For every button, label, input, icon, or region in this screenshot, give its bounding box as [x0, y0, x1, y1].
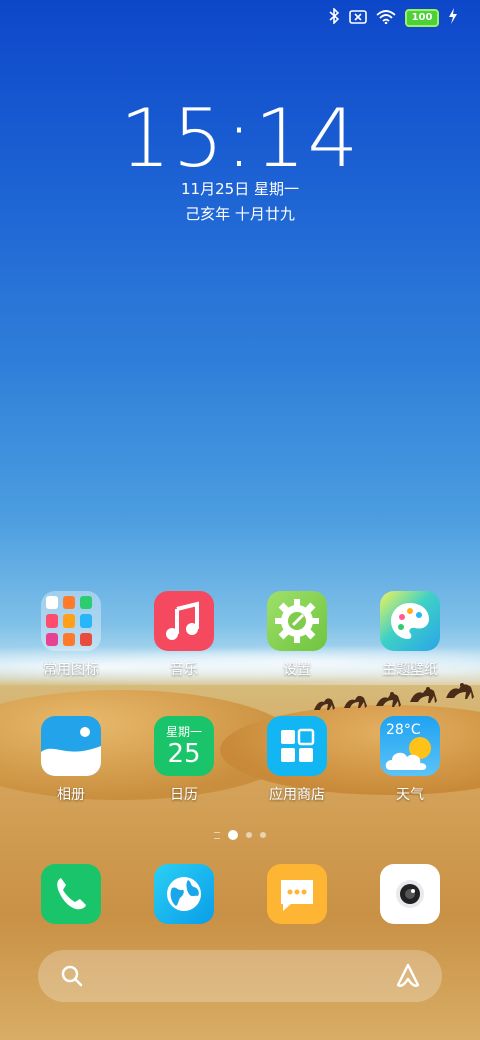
folder-icon — [41, 591, 101, 651]
app-themes[interactable]: 主题壁纸 — [360, 591, 460, 679]
app-label: 应用商店 — [269, 787, 325, 803]
app-label: 音乐 — [170, 662, 198, 678]
calendar-day: 25 — [167, 739, 201, 769]
app-store[interactable]: 应用商店 — [247, 716, 347, 804]
messages-icon — [267, 864, 327, 924]
search-icon[interactable] — [60, 964, 84, 992]
dock-messages[interactable] — [247, 864, 347, 924]
status-bar: 100 — [328, 7, 458, 28]
camel-caravan — [314, 683, 474, 710]
clock-date: 11月25日 星期一 — [181, 180, 299, 198]
app-label: 常用图标 — [43, 662, 99, 678]
app-label: 日历 — [170, 787, 198, 803]
calendar-icon: 星期一 25 — [154, 716, 214, 776]
battery-icon: 100 — [405, 9, 439, 27]
page-dot — [260, 832, 266, 838]
page-dot — [246, 832, 252, 838]
app-music[interactable]: 音乐 — [134, 591, 234, 679]
clock-time[interactable]: 15:14 — [0, 92, 480, 185]
music-icon — [154, 591, 214, 651]
palette-icon — [380, 591, 440, 651]
assistant-icon[interactable] — [394, 963, 422, 993]
app-label: 设置 — [283, 662, 311, 678]
search-bar[interactable] — [38, 950, 442, 1002]
page-indicator-lines — [214, 831, 220, 839]
page-indicator[interactable] — [0, 830, 480, 840]
dock-phone[interactable] — [21, 864, 121, 924]
app-store-icon — [267, 716, 327, 776]
phone-icon — [41, 864, 101, 924]
app-common-icons-folder[interactable]: 常用图标 — [21, 591, 121, 679]
app-weather[interactable]: 28°C 天气 — [360, 716, 460, 804]
lunar-date: 己亥年 十月廿九 — [185, 205, 295, 223]
app-label: 天气 — [396, 787, 424, 803]
home-screen: 100 15:14 11月25日 星期一 己亥年 十月廿九 常用图标 音乐 设置… — [0, 0, 480, 1040]
settings-gear-icon — [267, 591, 327, 651]
wifi-icon — [376, 9, 396, 28]
browser-globe-icon — [154, 864, 214, 924]
dock-browser[interactable] — [134, 864, 234, 924]
app-label: 主题壁纸 — [382, 662, 438, 678]
sim-no-signal-icon — [349, 9, 367, 28]
bluetooth-icon — [328, 7, 340, 28]
app-label: 相册 — [57, 787, 85, 803]
page-dot-current — [228, 830, 238, 840]
weather-icon: 28°C — [380, 716, 440, 776]
app-gallery[interactable]: 常用图标 相册 — [21, 716, 121, 804]
app-settings[interactable]: 设置 — [247, 591, 347, 679]
dock-camera[interactable] — [360, 864, 460, 924]
charging-icon — [448, 8, 458, 28]
camera-icon — [380, 864, 440, 924]
gallery-icon — [41, 716, 101, 776]
app-calendar[interactable]: 星期一 25 日历 — [134, 716, 234, 804]
calendar-weekday: 星期一 — [165, 725, 202, 739]
